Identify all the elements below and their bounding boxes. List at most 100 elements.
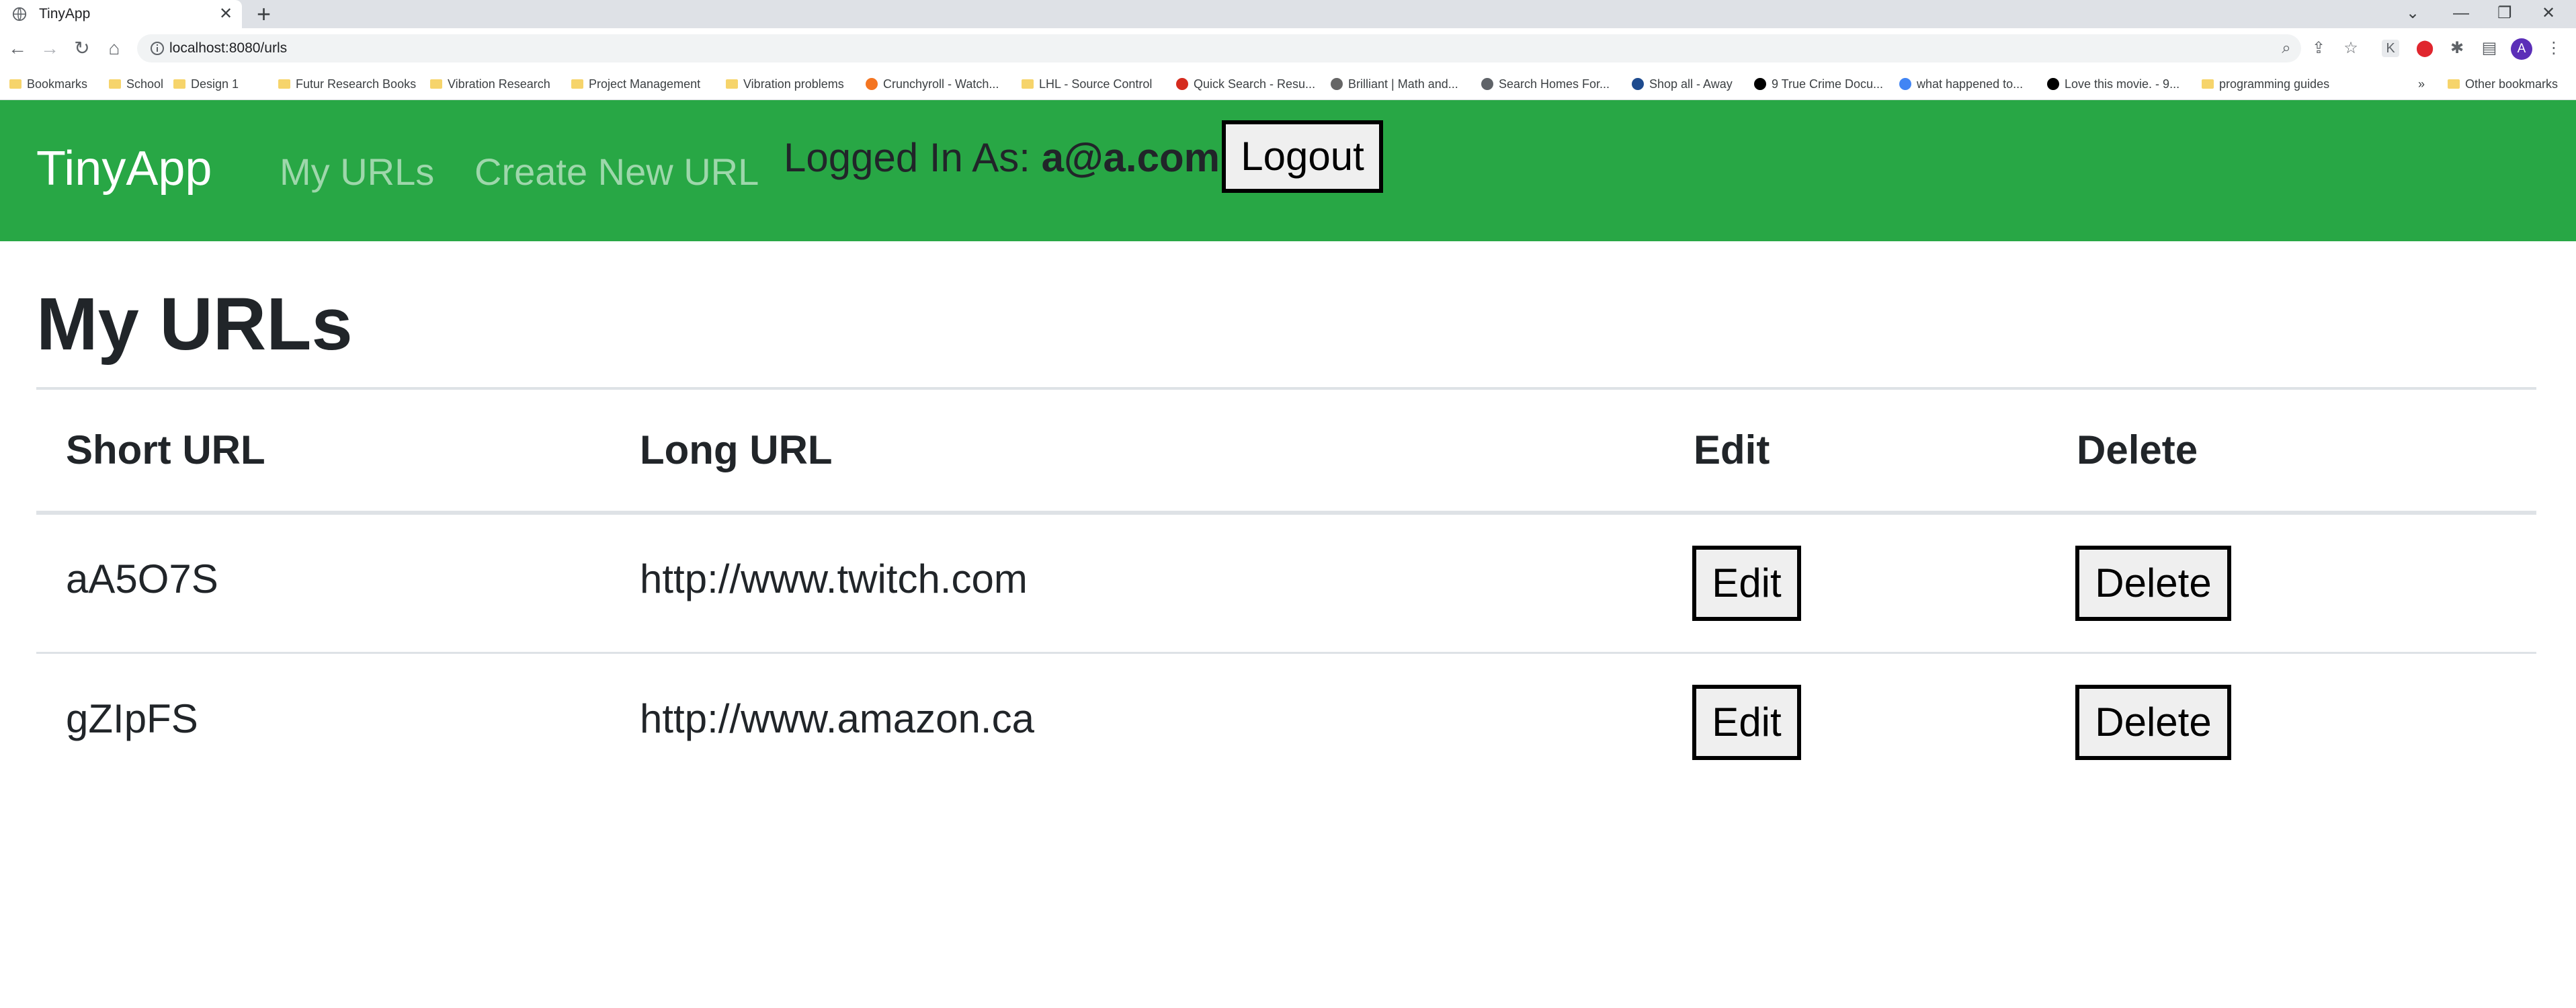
bookmark-label: Shop all - Away	[1649, 77, 1733, 91]
away-icon	[1632, 78, 1644, 90]
close-tab-icon[interactable]: ✕	[219, 4, 233, 24]
bookmark-star-icon[interactable]: ☆	[2340, 38, 2362, 59]
bookmark-item[interactable]: Love this movie. - 9...	[2047, 75, 2179, 93]
bookmark-item[interactable]: LHL - Source Control	[1022, 75, 1152, 93]
bookmark-label: School	[126, 77, 164, 91]
home-icon[interactable]: ⌂	[102, 36, 126, 60]
brand-link[interactable]: TinyApp	[36, 144, 212, 193]
close-window-icon[interactable]: ✕	[2542, 1, 2555, 26]
edit-button[interactable]: Edit	[1692, 546, 1801, 621]
bookmark-more-icon[interactable]: »	[2418, 75, 2425, 93]
header-divider	[36, 511, 2536, 515]
site-icon	[1754, 78, 1766, 90]
bookmark-label: Futur Research Books	[296, 77, 417, 91]
new-tab-icon[interactable]: +	[257, 1, 271, 27]
bookmark-item[interactable]: Bookmarks	[9, 75, 87, 93]
url-text: localhost:8080/urls	[169, 40, 288, 56]
bookmark-label: Vibration Research	[448, 77, 550, 91]
share-icon[interactable]: ⇪	[2308, 38, 2329, 59]
other-bookmarks-label: Other bookmarks	[2465, 77, 2559, 91]
short-url-cell: gZIpFS	[66, 696, 198, 741]
bookmark-label: programming guides	[2219, 77, 2330, 91]
row-divider	[36, 652, 2536, 654]
delete-button[interactable]: Delete	[2075, 546, 2231, 621]
header-long-url: Long URL	[640, 427, 833, 472]
header-short-url: Short URL	[66, 427, 265, 472]
side-panel-icon[interactable]: ▤	[2479, 38, 2500, 59]
opera-extension-icon[interactable]: ⬤	[2414, 38, 2436, 59]
bookmark-label: Vibration problems	[743, 77, 844, 91]
maple-leaf-icon	[1176, 78, 1188, 90]
extensions-puzzle-icon[interactable]: ✱	[2446, 38, 2468, 59]
page-title: My URLs	[36, 283, 353, 366]
bookmark-item[interactable]: School	[109, 75, 163, 93]
bookmark-label: what happened to...	[1917, 77, 2024, 91]
folder-icon	[2202, 79, 2214, 89]
bookmarks-bar: » Other bookmarks Bookmarks School Design …	[0, 69, 2576, 100]
bookmark-label: 9 True Crime Docu...	[1772, 77, 1884, 91]
user-email: a@a.com	[1041, 135, 1220, 180]
profile-avatar[interactable]: A	[2511, 38, 2532, 60]
logout-button[interactable]: Logout	[1222, 120, 1383, 193]
long-url-cell: http://www.amazon.ca	[640, 696, 1034, 741]
header-delete: Delete	[2077, 427, 2198, 472]
bookmark-item[interactable]: Brilliant | Math and...	[1331, 75, 1458, 93]
short-url-cell: aA5O7S	[66, 556, 218, 601]
bookmark-label: Bookmarks	[27, 77, 88, 91]
bookmark-item[interactable]: Design 1	[173, 75, 239, 93]
bookmark-label: Search Homes For...	[1499, 77, 1610, 91]
bookmark-item[interactable]: programming guides	[2202, 75, 2329, 93]
bookmark-item[interactable]: what happened to...	[1899, 75, 2023, 93]
browser-tab[interactable]: TinyApp ✕	[0, 0, 242, 28]
globe-icon	[12, 7, 27, 22]
bookmark-item[interactable]: Search Homes For...	[1481, 75, 1610, 93]
reload-icon[interactable]: ↻	[70, 36, 94, 60]
long-url-cell: http://www.twitch.com	[640, 556, 1028, 601]
bookmark-label: Design 1	[191, 77, 239, 91]
globe-icon	[1481, 78, 1493, 90]
bookmark-item[interactable]: 9 True Crime Docu...	[1754, 75, 1883, 93]
bookmark-item[interactable]: Futur Research Books	[278, 75, 416, 93]
bookmark-item[interactable]: Vibration problems	[726, 75, 844, 93]
menu-dots-icon[interactable]: ⋮	[2543, 38, 2565, 59]
bookmark-label: Project Management	[589, 77, 701, 91]
folder-icon	[173, 79, 185, 89]
bookmark-label: Brilliant | Math and...	[1348, 77, 1458, 91]
folder-icon	[9, 79, 22, 89]
folder-icon	[2448, 79, 2460, 89]
bookmark-item[interactable]: Shop all - Away	[1632, 75, 1733, 93]
bookmark-label: Quick Search - Resu...	[1194, 77, 1316, 91]
tab-title: TinyApp	[39, 6, 91, 22]
header-edit: Edit	[1694, 427, 1770, 472]
edit-button[interactable]: Edit	[1692, 685, 1801, 760]
zoom-icon[interactable]: ⌕	[2276, 38, 2297, 59]
logged-in-status: Logged In As: a@a.com!	[784, 134, 1231, 182]
forward-icon[interactable]: →	[38, 36, 62, 60]
bookmark-item[interactable]: Quick Search - Resu...	[1176, 75, 1315, 93]
google-icon	[1899, 78, 1911, 90]
minimize-icon[interactable]: —	[2453, 1, 2469, 26]
bookmark-item[interactable]: Vibration Research	[430, 75, 550, 93]
folder-icon	[726, 79, 738, 89]
folder-icon	[278, 79, 290, 89]
nav-create-new-url[interactable]: Create New URL	[474, 153, 759, 191]
site-info-icon[interactable]	[149, 40, 165, 56]
tab-search-icon[interactable]: ⌄	[2406, 1, 2419, 26]
extension-k-icon[interactable]: K	[2382, 40, 2399, 57]
address-bar[interactable]: localhost:8080/urls	[137, 34, 2301, 62]
restore-icon[interactable]: ❐	[2497, 1, 2512, 26]
folder-icon	[571, 79, 583, 89]
app-navbar: TinyApp My URLs Create New URL Logged In…	[0, 100, 2576, 241]
bookmark-label: LHL - Source Control	[1039, 77, 1153, 91]
bookmark-item[interactable]: Crunchyroll - Watch...	[866, 75, 999, 93]
title-divider	[36, 387, 2536, 390]
delete-button[interactable]: Delete	[2075, 685, 2231, 760]
back-icon[interactable]: ←	[5, 36, 30, 60]
nav-my-urls[interactable]: My URLs	[280, 153, 434, 191]
site-icon	[2047, 78, 2059, 90]
folder-icon	[430, 79, 442, 89]
other-bookmarks[interactable]: Other bookmarks	[2448, 75, 2558, 93]
logged-in-label: Logged In As:	[784, 135, 1042, 180]
bookmark-label: Crunchyroll - Watch...	[883, 77, 999, 91]
bookmark-item[interactable]: Project Management	[571, 75, 700, 93]
